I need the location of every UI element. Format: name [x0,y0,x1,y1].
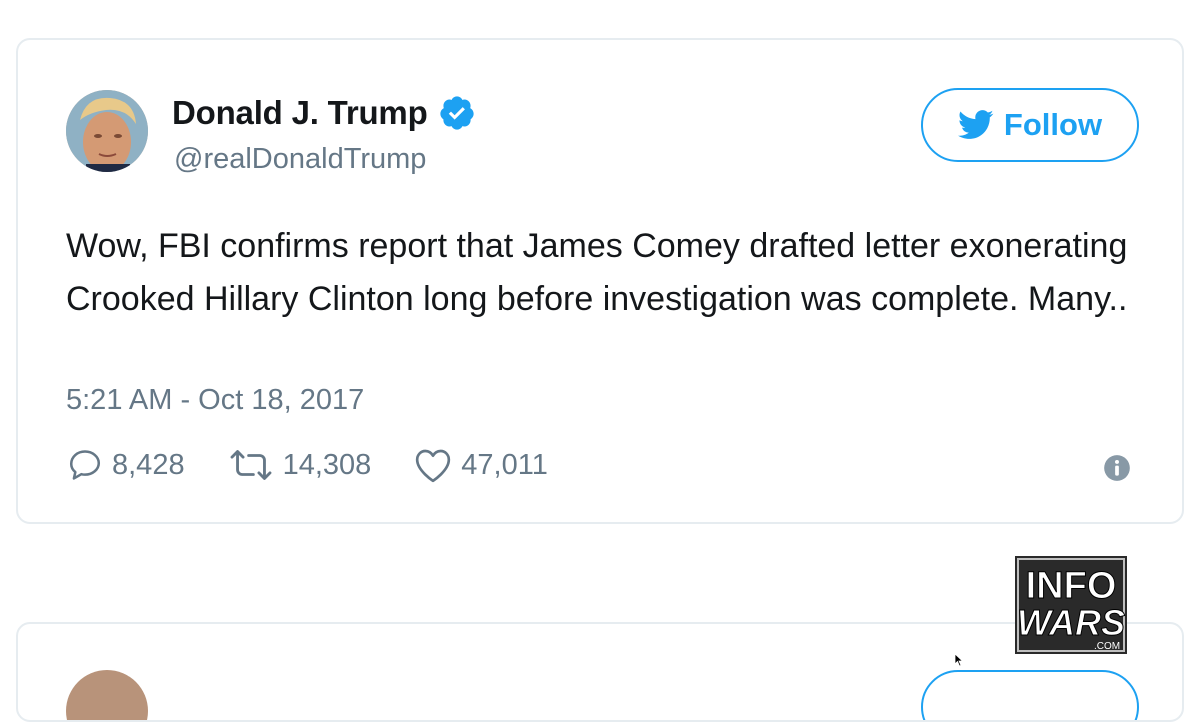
heart-icon [416,449,451,483]
reply-count: 8,428 [112,448,185,481]
follow-label: Follow [1003,107,1103,142]
tweet-card: Donald J. Trump @realDonaldTrump Follow … [16,38,1184,524]
twitter-bird-icon [957,110,994,139]
follow-button[interactable]: Follow [921,88,1139,162]
author-row: Donald J. Trump [172,94,476,132]
tweet-timestamp[interactable]: 5:21 AM - Oct 18, 2017 [66,384,364,417]
verified-badge-icon [439,96,474,130]
user-handle[interactable]: @realDonaldTrump [174,143,426,176]
tweet-actions: 8,428 14,308 47,011 [66,446,548,484]
like-button[interactable]: 47,011 [413,446,548,484]
retweet-icon [230,450,272,480]
reply-icon [69,450,101,480]
info-icon[interactable] [1103,454,1131,482]
mouse-cursor-icon [954,653,964,667]
display-name[interactable]: Donald J. Trump [172,94,428,132]
avatar[interactable] [66,90,148,172]
retweet-count: 14,308 [282,448,372,481]
like-count: 47,011 [461,448,548,481]
watermark-line1: INFO [1026,565,1117,607]
infowars-watermark: INFO WARS .COM [1015,556,1127,654]
next-tweet-card [16,622,1184,722]
reply-button[interactable]: 8,428 [66,446,185,484]
retweet-button[interactable]: 14,308 [227,446,372,484]
next-tweet-avatar[interactable] [66,670,148,720]
tweet-text: Wow, FBI confirms report that James Come… [66,227,1128,318]
watermark-line3: .COM [1094,641,1120,652]
watermark-line2: WARS [1017,602,1125,643]
next-tweet-follow-button[interactable] [921,670,1139,720]
